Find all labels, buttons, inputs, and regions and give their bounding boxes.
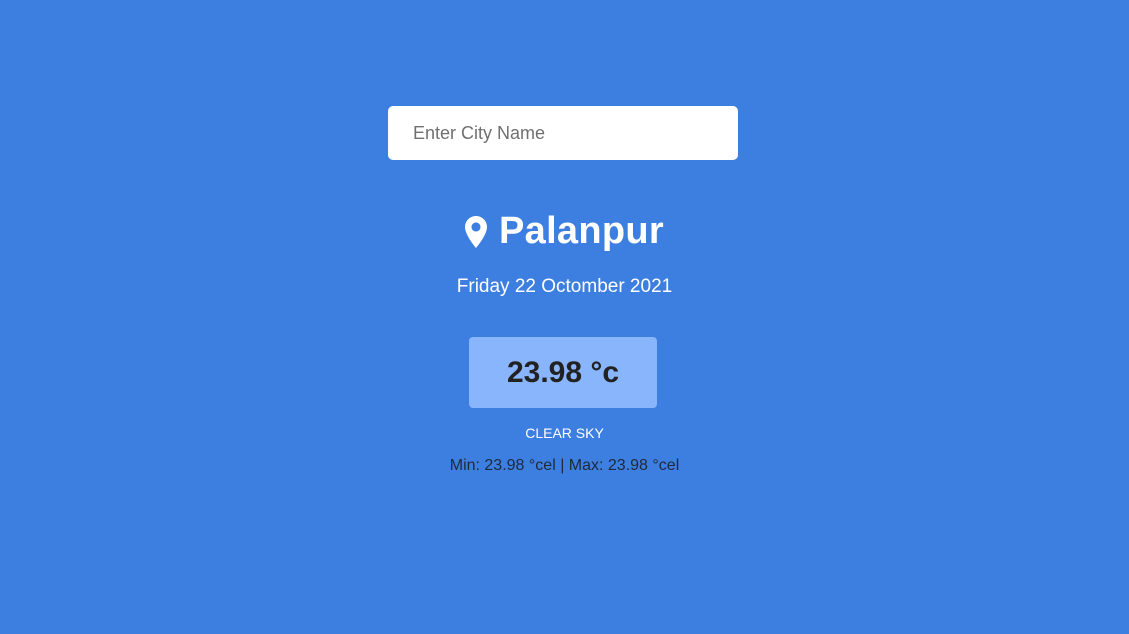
location-header: Palanpur (0, 206, 1129, 256)
city-search-input[interactable] (388, 106, 738, 160)
temperature-value: 23.98 °c (506, 355, 620, 389)
city-name: Palanpur (499, 209, 664, 252)
search-box[interactable] (388, 106, 738, 160)
min-max-temperature: Min: 23.98 °cel | Max: 23.98 °cel (449, 457, 680, 474)
map-pin-icon (465, 216, 487, 248)
temperature-box: 23.98 °c (469, 337, 657, 408)
weather-condition: CLEAR SKY (525, 425, 604, 441)
date-text: Friday 22 Octomber 2021 (456, 276, 673, 297)
